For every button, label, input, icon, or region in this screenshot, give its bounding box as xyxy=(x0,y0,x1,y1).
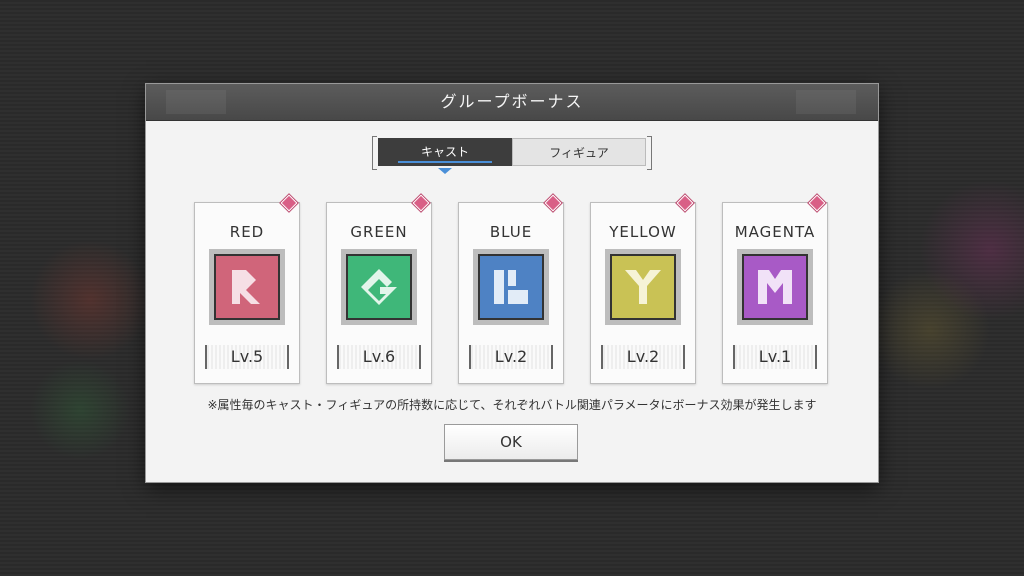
tab-bracket-right xyxy=(647,136,652,170)
group-name: BLUE xyxy=(489,223,533,241)
group-icon-frame xyxy=(209,249,285,325)
group-card-yellow[interactable]: YELLOW Lv.2 xyxy=(590,194,696,384)
group-level: Lv.6 xyxy=(337,345,421,369)
gem-icon xyxy=(280,194,298,212)
dialog-header: グループボーナス xyxy=(146,84,878,121)
group-icon-frame xyxy=(473,249,549,325)
ok-button-label: OK xyxy=(500,433,522,451)
bonus-note: ※属性毎のキャスト・フィギュアの所持数に応じて、それぞれバトル関連パラメータにボ… xyxy=(207,398,817,412)
dialog-title: グループボーナス xyxy=(440,92,584,111)
group-card-magenta[interactable]: MAGENTA Lv.1 xyxy=(722,194,828,384)
magenta-m-icon xyxy=(742,254,808,320)
gem-icon xyxy=(544,194,562,212)
group-card-red[interactable]: RED Lv.5 xyxy=(194,194,300,384)
tab-active-underline xyxy=(398,161,492,163)
gem-icon xyxy=(676,194,694,212)
group-bonus-dialog: グループボーナス キャスト フィギュア RED Lv.5 GREEN Lv.6 … xyxy=(146,84,878,482)
group-name: MAGENTA xyxy=(734,223,816,241)
group-card-green[interactable]: GREEN Lv.6 xyxy=(326,194,432,384)
group-level: Lv.2 xyxy=(469,345,553,369)
red-r-icon xyxy=(214,254,280,320)
blue-b-icon xyxy=(478,254,544,320)
group-level: Lv.1 xyxy=(733,345,817,369)
ok-button[interactable]: OK xyxy=(444,424,578,460)
group-card-blue[interactable]: BLUE Lv.2 xyxy=(458,194,564,384)
group-name: YELLOW xyxy=(609,223,677,241)
tab-bar: キャスト フィギュア xyxy=(372,136,652,174)
tab-figure[interactable]: フィギュア xyxy=(512,138,646,166)
group-level: Lv.5 xyxy=(205,345,289,369)
tab-pointer-icon xyxy=(438,168,452,174)
gem-icon xyxy=(412,194,430,212)
group-level: Lv.2 xyxy=(601,345,685,369)
group-name: GREEN xyxy=(350,223,408,241)
group-icon-frame xyxy=(605,249,681,325)
tab-figure-label: フィギュア xyxy=(549,146,609,160)
group-icon-frame xyxy=(341,249,417,325)
group-icon-frame xyxy=(737,249,813,325)
group-name: RED xyxy=(229,223,265,241)
yellow-y-icon xyxy=(610,254,676,320)
green-g-icon xyxy=(346,254,412,320)
tab-cast[interactable]: キャスト xyxy=(378,138,512,166)
tab-bracket-left xyxy=(372,136,377,170)
gem-icon xyxy=(808,194,826,212)
tab-cast-label: キャスト xyxy=(420,145,469,159)
